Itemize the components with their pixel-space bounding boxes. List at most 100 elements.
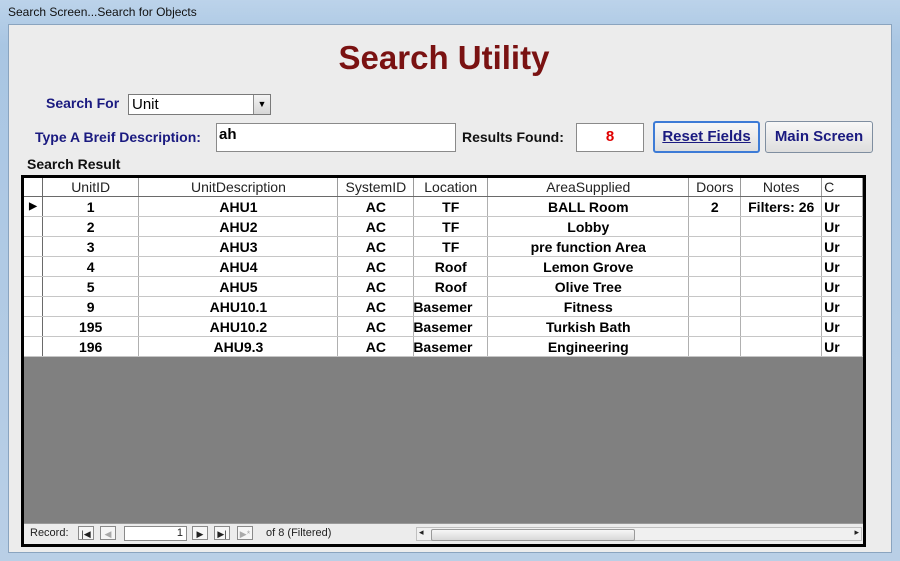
cell-doors[interactable] [688, 316, 742, 337]
last-record-icon[interactable]: ▶| [214, 526, 230, 540]
row-selector[interactable] [24, 256, 43, 277]
cell-areasupplied[interactable]: Fitness [487, 296, 690, 317]
cell-location[interactable]: TF [413, 196, 489, 217]
new-record-icon[interactable]: ▶* [237, 526, 253, 540]
scroll-left-icon[interactable]: ◂ [419, 527, 424, 538]
col-header-unitdescription[interactable]: UnitDescription [138, 178, 339, 197]
cell-areasupplied[interactable]: Olive Tree [487, 276, 690, 297]
cell-unitdescription[interactable]: AHU10.2 [138, 316, 339, 337]
cell-unitdescription[interactable]: AHU10.1 [138, 296, 339, 317]
cell-unitid[interactable]: 2 [42, 216, 140, 237]
cell-unitid[interactable]: 4 [42, 256, 140, 277]
cell-notes[interactable] [740, 336, 823, 357]
table-row[interactable]: 3 AHU3 AC TF pre function Area Ur [24, 236, 863, 257]
cell-doors[interactable] [688, 276, 742, 297]
cell-notes[interactable] [740, 216, 823, 237]
row-selector[interactable]: ▶ [24, 196, 43, 217]
cell-areasupplied[interactable]: BALL Room [487, 196, 690, 217]
cell-truncated[interactable]: Ur [821, 336, 863, 357]
cell-notes[interactable] [740, 256, 823, 277]
cell-location[interactable]: TF [413, 216, 489, 237]
cell-unitid[interactable]: 5 [42, 276, 140, 297]
dropdown-arrow-icon[interactable]: ▼ [253, 95, 270, 114]
row-selector[interactable] [24, 316, 43, 337]
row-selector[interactable] [24, 336, 43, 357]
cell-location[interactable]: TF [413, 236, 489, 257]
cell-areasupplied[interactable]: Engineering [487, 336, 690, 357]
cell-truncated[interactable]: Ur [821, 216, 863, 237]
cell-unitdescription[interactable]: AHU2 [138, 216, 339, 237]
col-header-unitid[interactable]: UnitID [42, 178, 140, 197]
cell-truncated[interactable]: Ur [821, 256, 863, 277]
col-header-doors[interactable]: Doors [688, 178, 742, 197]
cell-doors[interactable]: 2 [688, 196, 742, 217]
cell-areasupplied[interactable]: Lobby [487, 216, 690, 237]
cell-systemid[interactable]: AC [337, 276, 415, 297]
cell-unitid[interactable]: 9 [42, 296, 140, 317]
cell-unitid[interactable]: 3 [42, 236, 140, 257]
cell-areasupplied[interactable]: pre function Area [487, 236, 690, 257]
col-header-systemid[interactable]: SystemID [337, 178, 415, 197]
cell-truncated[interactable]: Ur [821, 316, 863, 337]
col-header-location[interactable]: Location [413, 178, 489, 197]
cell-unitid[interactable]: 195 [42, 316, 140, 337]
cell-notes[interactable] [740, 276, 823, 297]
scroll-right-icon[interactable]: ▸ [854, 527, 859, 538]
col-header-truncated[interactable]: C [821, 178, 863, 197]
cell-systemid[interactable]: AC [337, 316, 415, 337]
cell-notes[interactable]: Filters: 26 [740, 196, 823, 217]
table-row[interactable]: 196 AHU9.3 AC Basemer Engineering Ur [24, 336, 863, 357]
first-record-icon[interactable]: |◀ [78, 526, 94, 540]
cell-location[interactable]: Basemer [413, 316, 489, 337]
cell-doors[interactable] [688, 216, 742, 237]
cell-unitid[interactable]: 196 [42, 336, 140, 357]
row-selector[interactable] [24, 216, 43, 237]
cell-unitdescription[interactable]: AHU9.3 [138, 336, 339, 357]
table-row[interactable]: 9 AHU10.1 AC Basemer Fitness Ur [24, 296, 863, 317]
current-record-input[interactable]: 1 [124, 526, 187, 541]
cell-systemid[interactable]: AC [337, 196, 415, 217]
table-row[interactable]: 4 AHU4 AC Roof Lemon Grove Ur [24, 256, 863, 277]
reset-fields-button[interactable]: Reset Fields [653, 121, 760, 153]
search-for-combobox[interactable]: Unit ▼ [128, 94, 271, 115]
cell-systemid[interactable]: AC [337, 236, 415, 257]
scrollbar-thumb[interactable] [431, 529, 635, 541]
cell-notes[interactable] [740, 236, 823, 257]
cell-doors[interactable] [688, 336, 742, 357]
horizontal-scrollbar[interactable]: ◂ ▸ [416, 527, 862, 541]
cell-doors[interactable] [688, 256, 742, 277]
cell-areasupplied[interactable]: Turkish Bath [487, 316, 690, 337]
search-result-datasheet[interactable]: UnitID UnitDescription SystemID Location… [21, 175, 866, 547]
cell-systemid[interactable]: AC [337, 216, 415, 237]
row-selector[interactable] [24, 236, 43, 257]
col-header-areasupplied[interactable]: AreaSupplied [487, 178, 690, 197]
cell-systemid[interactable]: AC [337, 336, 415, 357]
table-row[interactable]: 5 AHU5 AC Roof Olive Tree Ur [24, 276, 863, 297]
cell-doors[interactable] [688, 296, 742, 317]
cell-unitdescription[interactable]: AHU5 [138, 276, 339, 297]
row-selector[interactable] [24, 276, 43, 297]
cell-location[interactable]: Roof [413, 276, 489, 297]
description-input[interactable]: ah [216, 123, 456, 152]
previous-record-icon[interactable]: ◀ [100, 526, 116, 540]
cell-location[interactable]: Roof [413, 256, 489, 277]
cell-notes[interactable] [740, 296, 823, 317]
cell-notes[interactable] [740, 316, 823, 337]
table-row[interactable]: ▶ 1 AHU1 AC TF BALL Room 2 Filters: 26 Ur [24, 196, 863, 217]
cell-truncated[interactable]: Ur [821, 236, 863, 257]
cell-unitid[interactable]: 1 [42, 196, 140, 217]
cell-location[interactable]: Basemer [413, 296, 489, 317]
row-selector[interactable] [24, 296, 43, 317]
table-row[interactable]: 2 AHU2 AC TF Lobby Ur [24, 216, 863, 237]
main-screen-button[interactable]: Main Screen [765, 121, 873, 153]
cell-unitdescription[interactable]: AHU1 [138, 196, 339, 217]
cell-doors[interactable] [688, 236, 742, 257]
cell-systemid[interactable]: AC [337, 256, 415, 277]
cell-truncated[interactable]: Ur [821, 296, 863, 317]
cell-location[interactable]: Basemer [413, 336, 489, 357]
row-selector-header[interactable] [24, 178, 43, 197]
cell-areasupplied[interactable]: Lemon Grove [487, 256, 690, 277]
table-row[interactable]: 195 AHU10.2 AC Basemer Turkish Bath Ur [24, 316, 863, 337]
cell-systemid[interactable]: AC [337, 296, 415, 317]
cell-truncated[interactable]: Ur [821, 276, 863, 297]
